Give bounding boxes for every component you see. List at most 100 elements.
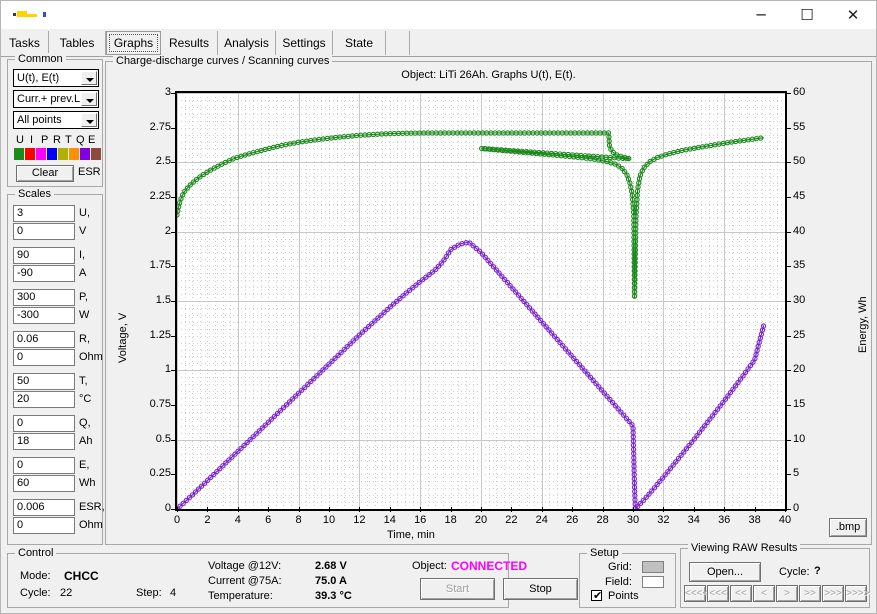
tab-strip-filler — [386, 31, 410, 55]
chevron-down-icon[interactable] — [81, 113, 97, 127]
x-tick-label: 38 — [748, 514, 761, 526]
tab-state[interactable]: State — [333, 31, 386, 55]
scale-min-input[interactable]: 20 — [13, 391, 75, 408]
control-group: Control Mode: CHCC Cycle: 22 Step: 4 Vol… — [7, 547, 578, 608]
x-tick-label: 40 — [778, 514, 792, 526]
chevron-down-icon[interactable] — [81, 71, 97, 85]
viewing-group-legend: Viewing RAW Results — [688, 542, 801, 554]
nav-button-3[interactable]: < — [753, 585, 775, 602]
x-tick-mark — [359, 507, 361, 512]
scale-unit-line1: E, — [79, 459, 90, 471]
scale-unit-line2: Ohm — [79, 351, 103, 363]
y2-tick-mark — [786, 93, 791, 94]
y2-tick-mark — [786, 301, 791, 302]
channel-color-t[interactable] — [58, 148, 68, 160]
channel-color-p[interactable] — [36, 148, 46, 160]
source-combo[interactable]: Curr.+ prev.L — [13, 90, 99, 108]
scale-min-input[interactable]: 0 — [13, 349, 75, 366]
y-tick-mark — [171, 405, 176, 406]
scale-max-input[interactable]: 0 — [13, 457, 75, 474]
mode-value: CHCC — [64, 569, 99, 583]
scale-min-input[interactable]: -90 — [13, 265, 75, 282]
plot-canvas[interactable] — [175, 91, 787, 511]
x-tick-label: 16 — [414, 514, 427, 526]
scale-max-input[interactable]: 0.06 — [13, 331, 75, 348]
nav-button-1[interactable]: <<< — [707, 585, 729, 602]
y-tick-label: 1.75 — [149, 259, 171, 272]
chevron-down-icon[interactable] — [81, 92, 97, 106]
scale-min-input[interactable]: -300 — [13, 307, 75, 324]
scale-max-input[interactable]: 90 — [13, 247, 75, 264]
scale-min-input[interactable]: 60 — [13, 475, 75, 492]
scale-min-input[interactable]: 0 — [13, 223, 75, 240]
tab-analysis[interactable]: Analysis — [218, 31, 276, 55]
y-tick-mark — [171, 439, 176, 441]
x-tick-mark — [177, 507, 178, 512]
maximize-button[interactable]: ☐ — [784, 1, 830, 29]
nav-button-6[interactable]: >>> — [822, 585, 844, 602]
scale-row: 300 -300 P, W — [8, 289, 104, 329]
scale-min-input[interactable]: 0 — [13, 517, 75, 534]
scale-max-input[interactable]: 0.006 — [13, 499, 75, 516]
tab-results[interactable]: Results — [161, 31, 218, 55]
tab-graphs[interactable]: Graphs — [106, 31, 161, 55]
channel-color-q[interactable] — [69, 148, 79, 160]
points-value: All points — [17, 114, 62, 126]
graph-type-combo[interactable]: U(t), E(t) — [13, 69, 99, 87]
scale-max-input[interactable]: 50 — [13, 373, 75, 390]
x-tick-mark — [329, 507, 330, 512]
points-combo[interactable]: All points — [13, 111, 99, 129]
scale-row: 90 -90 I, A — [8, 247, 104, 287]
y2-tick-mark — [786, 439, 791, 441]
nav-button-4[interactable]: > — [776, 585, 798, 602]
scale-max-input[interactable]: 300 — [13, 289, 75, 306]
points-checkbox[interactable]: ✔ — [591, 590, 602, 601]
channel-color-e[interactable] — [80, 148, 90, 160]
channel-color-u[interactable] — [14, 148, 24, 160]
scale-row: 0.006 0 ESR, Ohm — [8, 499, 105, 539]
y2-tick-label: 20 — [793, 363, 806, 376]
chart-gridlines — [177, 93, 785, 509]
scale-max-input[interactable]: 0 — [13, 415, 75, 432]
scale-row: 3 0 U, V — [8, 205, 104, 245]
field-color-swatch[interactable] — [642, 576, 664, 588]
nav-button-5[interactable]: >> — [799, 585, 821, 602]
nav-button-2[interactable]: << — [730, 585, 752, 602]
x-tick-mark — [450, 507, 452, 512]
x-tick-label: 22 — [505, 514, 518, 526]
y2-tick-mark — [786, 231, 791, 233]
y-tick-mark — [171, 162, 176, 164]
grid-color-swatch[interactable] — [642, 561, 664, 573]
y2-tick-label: 40 — [793, 224, 806, 237]
x-tick-mark — [541, 507, 543, 512]
close-button[interactable]: ✕ — [830, 1, 876, 29]
channel-letter-u: U — [16, 134, 24, 146]
voltage-value: 2.68 V — [315, 560, 347, 572]
current-value: 75.0 A — [315, 575, 348, 587]
x-tick-label: 14 — [383, 514, 396, 526]
nav-button-0[interactable]: <<<< — [684, 585, 708, 602]
scale-min-input[interactable]: 18 — [13, 433, 75, 450]
tab-tables[interactable]: Tables — [49, 31, 106, 55]
scale-max-input[interactable]: 3 — [13, 205, 75, 222]
nav-button-7[interactable]: >>>> — [845, 585, 869, 602]
y2-tick-label: 30 — [793, 294, 806, 306]
minimize-button[interactable]: ─ — [738, 1, 784, 29]
raw-cycle-value: ? — [814, 565, 821, 577]
channel-color-esr[interactable] — [91, 148, 101, 160]
y-tick-mark — [171, 370, 176, 372]
open-button[interactable]: Open... — [689, 562, 761, 582]
start-button[interactable]: Start — [420, 578, 495, 600]
y-axis-label: Voltage, V — [117, 312, 129, 363]
y2-axis-label: Energy, Wh — [857, 296, 869, 353]
stop-button[interactable]: Stop — [503, 578, 578, 600]
channel-color-i[interactable] — [25, 148, 35, 160]
channel-color-r[interactable] — [47, 148, 57, 160]
viewing-group: Viewing RAW Results Open... Cycle: ? <<<… — [680, 542, 870, 608]
tab-tasks[interactable]: Tasks — [1, 31, 49, 55]
step-label: Step: — [136, 587, 162, 599]
tab-settings[interactable]: Settings — [276, 31, 333, 55]
y2-tick-label: 50 — [793, 155, 806, 168]
clear-button[interactable]: Clear — [16, 165, 74, 182]
save-bmp-button[interactable]: .bmp — [829, 518, 867, 537]
